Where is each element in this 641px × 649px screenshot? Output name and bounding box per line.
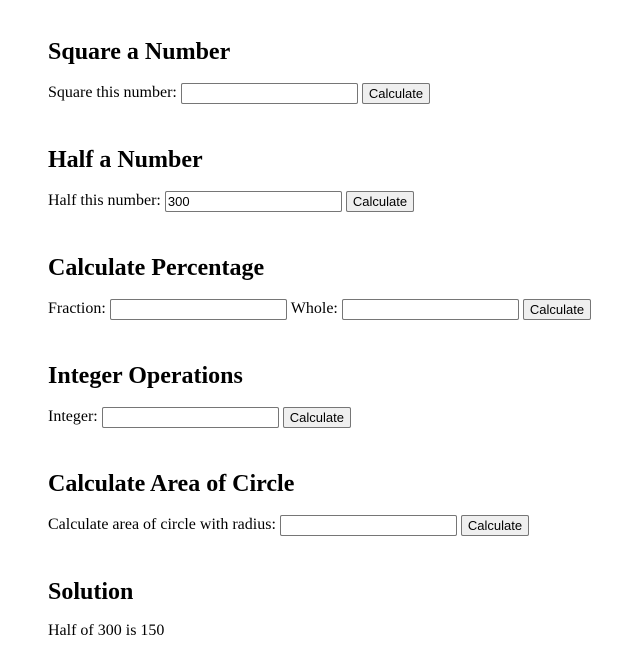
square-heading: Square a Number bbox=[48, 39, 231, 65]
percentage-calculate-button[interactable]: Calculate bbox=[522, 298, 592, 320]
integer-heading: Integer Operations bbox=[48, 363, 243, 389]
circle-heading: Calculate Area of Circle bbox=[48, 471, 295, 497]
integer-calculate-button[interactable]: Calculate bbox=[282, 406, 351, 428]
square-label: Square this number: bbox=[48, 84, 177, 101]
solution-section: Solution Half of 300 is 150 bbox=[48, 578, 641, 639]
integer-input[interactable] bbox=[101, 406, 279, 428]
radius-input[interactable] bbox=[279, 514, 457, 536]
circle-calculate-button[interactable]: Calculate bbox=[460, 514, 530, 536]
half-label: Half this number: bbox=[48, 192, 161, 209]
circle-form: Calculate area of circle with radius: Ca… bbox=[48, 514, 530, 536]
circle-section: Calculate Area of Circle Calculate area … bbox=[48, 470, 641, 536]
half-form: Half this number: Calculate bbox=[48, 190, 415, 212]
percentage-form: Fraction: Whole: Calculate bbox=[48, 298, 592, 320]
percentage-section: Calculate Percentage Fraction: Whole: Ca… bbox=[48, 254, 641, 320]
half-section: Half a Number Half this number: Calculat… bbox=[48, 146, 641, 212]
percentage-heading: Calculate Percentage bbox=[48, 255, 265, 281]
half-heading: Half a Number bbox=[48, 147, 203, 173]
square-input[interactable] bbox=[180, 82, 358, 104]
circle-label: Calculate area of circle with radius: bbox=[48, 516, 276, 533]
half-input[interactable] bbox=[164, 190, 342, 212]
solution-heading: Solution bbox=[48, 579, 134, 605]
square-form: Square this number: Calculate bbox=[48, 82, 431, 104]
half-calculate-button[interactable]: Calculate bbox=[345, 190, 415, 212]
square-section: Square a Number Square this number: Calc… bbox=[48, 38, 641, 104]
integer-form: Integer: Calculate bbox=[48, 406, 351, 428]
fraction-label: Fraction: bbox=[48, 300, 106, 317]
integer-section: Integer Operations Integer: Calculate bbox=[48, 362, 641, 428]
integer-label: Integer: bbox=[48, 408, 98, 425]
fraction-input[interactable] bbox=[109, 298, 287, 320]
whole-label: Whole: bbox=[290, 300, 338, 317]
square-calculate-button[interactable]: Calculate bbox=[361, 82, 431, 104]
solution-text: Half of 300 is 150 bbox=[48, 622, 165, 639]
whole-input[interactable] bbox=[341, 298, 519, 320]
